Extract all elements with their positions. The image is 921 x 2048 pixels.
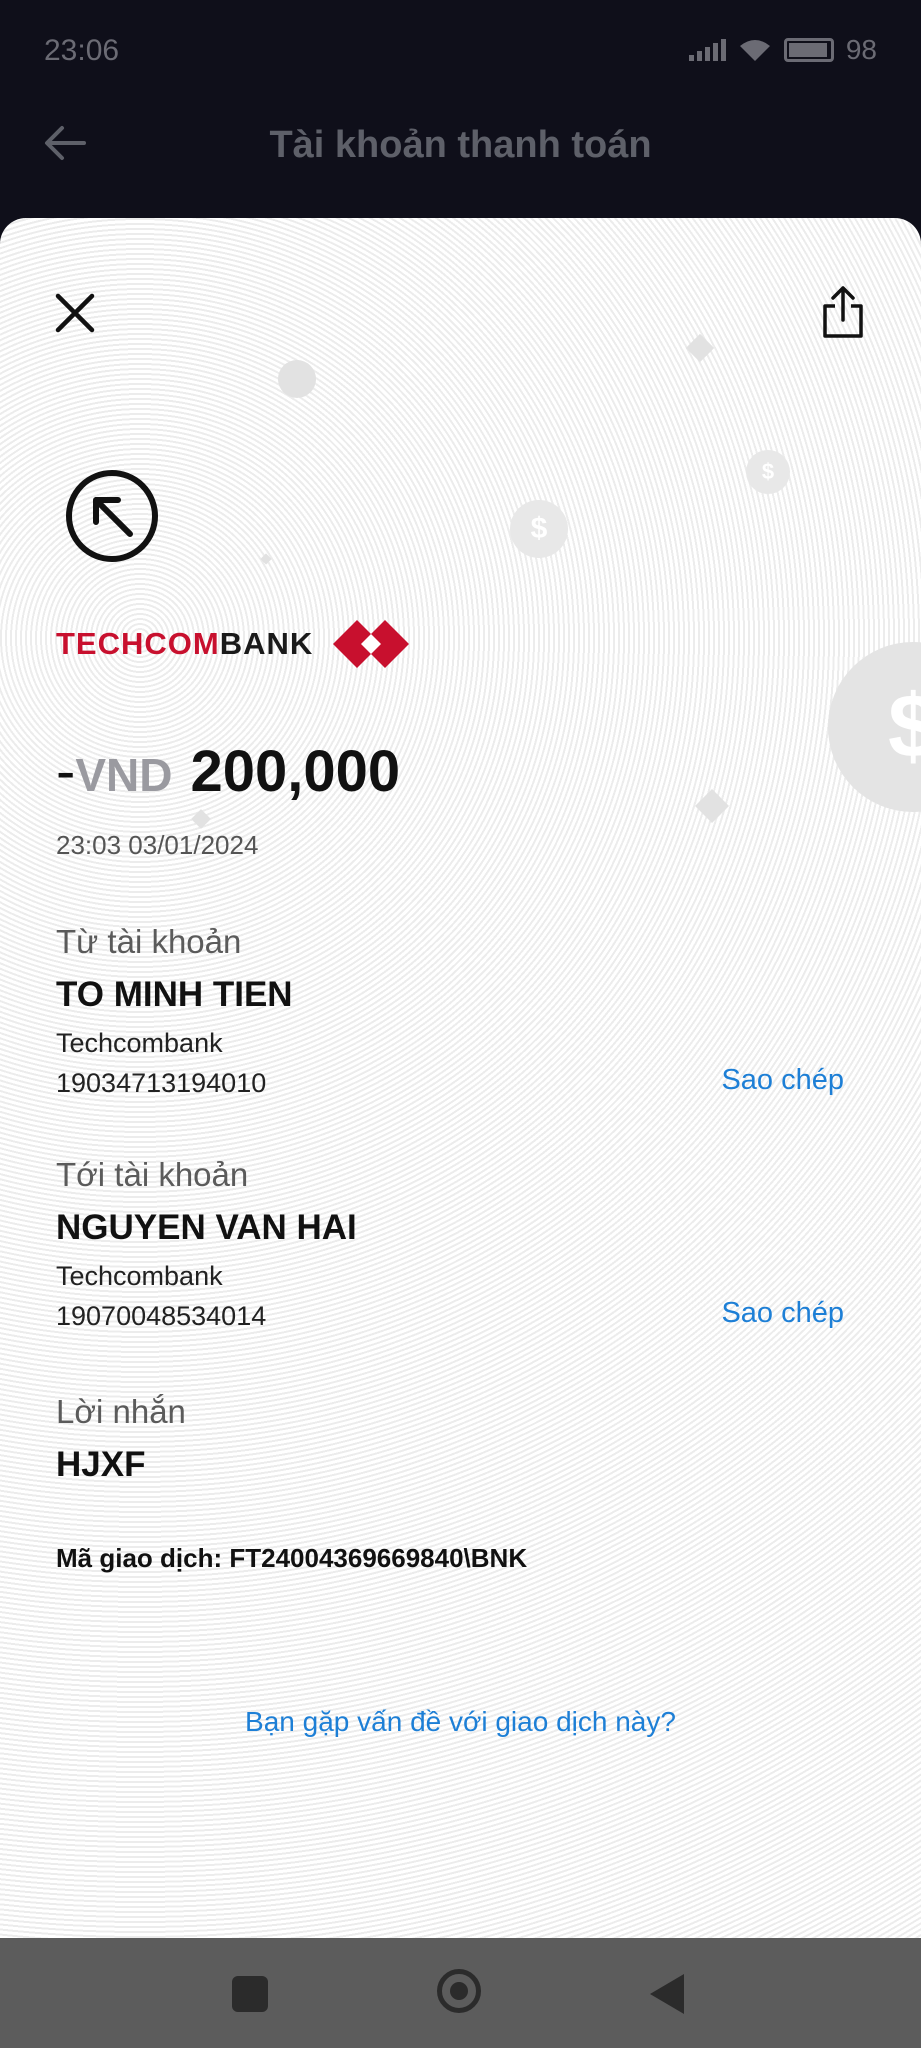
techcombank-diamond-icon bbox=[333, 620, 410, 668]
home-button[interactable] bbox=[437, 1969, 481, 2013]
amount-value: 200,000 bbox=[190, 739, 401, 804]
to-account-name: NGUYEN VAN HAI bbox=[56, 1208, 357, 1247]
transaction-datetime: 23:03 03/01/2024 bbox=[56, 830, 259, 860]
decorative-coin-icon: $ bbox=[510, 500, 568, 558]
share-icon[interactable] bbox=[817, 284, 869, 340]
from-account-name: TO MINH TIEN bbox=[56, 975, 293, 1014]
copy-to-account-button[interactable]: Sao chép bbox=[721, 1297, 844, 1330]
battery-level: 98 bbox=[845, 34, 877, 65]
amount-currency: VND bbox=[75, 749, 173, 801]
decorative-diamond bbox=[695, 789, 729, 823]
to-account-bank: Techcombank bbox=[56, 1261, 223, 1291]
copy-from-account-button[interactable]: Sao chép bbox=[721, 1064, 844, 1097]
status-bar: 23:06 98 bbox=[0, 0, 921, 100]
close-icon[interactable] bbox=[52, 290, 98, 336]
from-account-label: Từ tài khoản bbox=[56, 923, 242, 960]
from-account-number: 19034713194010 bbox=[56, 1068, 267, 1098]
outgoing-arrow-icon bbox=[66, 470, 158, 562]
decorative-coin-icon: $ bbox=[746, 450, 790, 494]
app-header: Tài khoản thanh toán bbox=[0, 100, 921, 195]
wifi-icon bbox=[739, 40, 770, 61]
recent-apps-button[interactable] bbox=[232, 1976, 268, 2012]
transaction-amount: - VND 200,000 bbox=[56, 738, 400, 805]
to-account-label: Tới tài khoản bbox=[56, 1156, 249, 1193]
decorative-diamond bbox=[685, 333, 715, 363]
report-problem-link[interactable]: Bạn gặp vấn đề với giao dịch này? bbox=[0, 1706, 921, 1738]
message-value: HJXF bbox=[56, 1445, 146, 1484]
to-account-number: 19070048534014 bbox=[56, 1301, 267, 1331]
amount-sign: - bbox=[56, 739, 76, 804]
transaction-id: Mã giao dịch: FT24004369669840\BNK bbox=[56, 1543, 528, 1573]
decorative-dot bbox=[278, 360, 316, 398]
nav-back-button[interactable] bbox=[650, 1974, 684, 2014]
status-icons: 98 bbox=[688, 34, 877, 66]
transaction-detail-sheet: $ $ $ TECHCOMBANK - VND 200,000 23:03 03… bbox=[0, 218, 921, 1938]
from-account-bank: Techcombank bbox=[56, 1028, 223, 1058]
logo-wordmark: TECHCOMBANK bbox=[56, 626, 314, 661]
decorative-diamond bbox=[260, 553, 272, 565]
signal-icon bbox=[688, 39, 726, 61]
status-time: 23:06 bbox=[44, 34, 120, 67]
system-nav-bar bbox=[0, 1938, 921, 2048]
page-title: Tài khoản thanh toán bbox=[269, 124, 652, 166]
message-label: Lời nhắn bbox=[56, 1393, 186, 1430]
techcombank-logo: TECHCOMBANK bbox=[56, 618, 411, 670]
battery-icon bbox=[783, 38, 834, 62]
decorative-coin-icon: $ bbox=[828, 642, 921, 812]
decorative-diamond bbox=[191, 809, 211, 829]
